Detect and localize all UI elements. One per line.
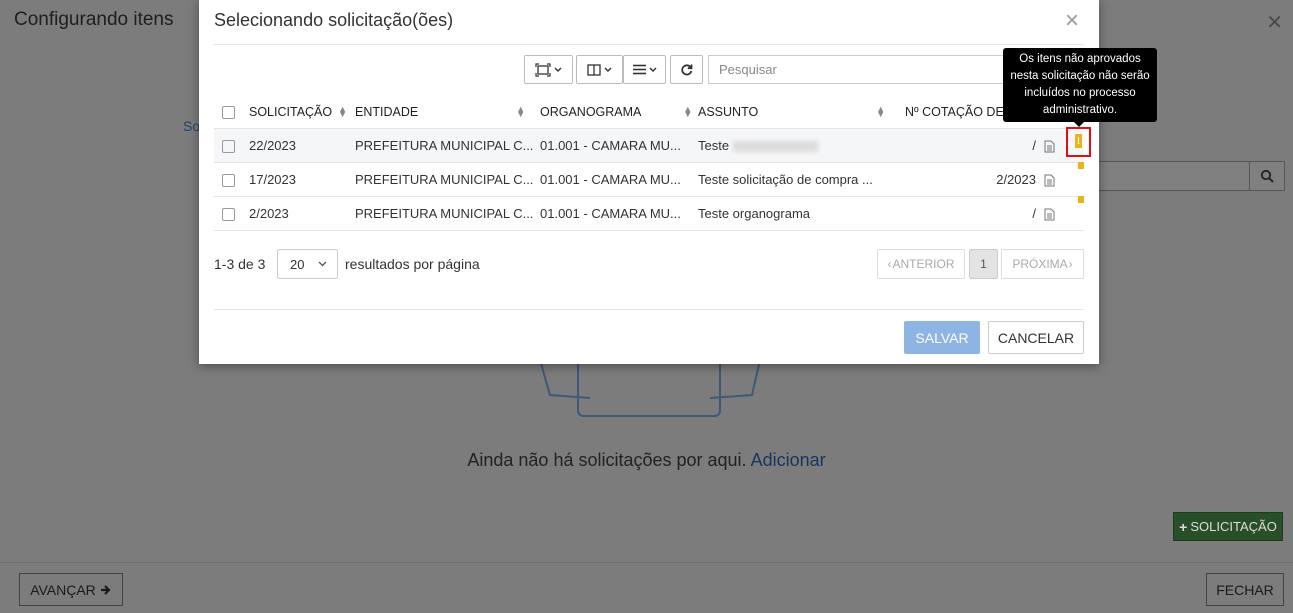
tooltip-arrow: [1074, 122, 1084, 127]
search-input[interactable]: [708, 55, 1008, 84]
columns-icon: [587, 63, 601, 76]
column-label: ASSUNTO: [698, 104, 759, 119]
row-select-cell[interactable]: [214, 162, 249, 197]
columns-button[interactable]: [576, 55, 623, 84]
table-row[interactable]: 17/2023 PREFEITURA MUNICIPAL C... 01.001…: [214, 162, 1084, 197]
sort-icon[interactable]: ▲ ▼: [876, 105, 885, 119]
arrow-right-icon: [100, 584, 111, 595]
document-icon[interactable]: [1044, 174, 1055, 187]
cell-cotacao: /: [894, 128, 1044, 163]
document-icon[interactable]: [1044, 208, 1055, 221]
cell-organograma: 01.001 - CAMARA MU...: [540, 162, 698, 197]
search-icon: [1260, 169, 1274, 183]
document-icon[interactable]: [1044, 140, 1055, 153]
list-icon: [632, 64, 646, 75]
page-button-current[interactable]: 1: [969, 249, 998, 279]
select-requests-modal: Selecionando solicitação(ões) × SOLICITA…: [199, 0, 1099, 364]
next-button-label: AVANÇAR: [30, 581, 96, 598]
add-solicitacao-button[interactable]: + SOLICITAÇÃO: [1173, 512, 1283, 541]
row-select-cell[interactable]: [214, 196, 249, 231]
table-header-row: SOLICITAÇÃO ▲ ▼ ENTIDADE ▲ ▼ ORGANOGRAMA ▲ ▼ A…: [214, 95, 1084, 129]
close-button[interactable]: FECHAR: [1206, 573, 1284, 606]
prev-page-label: ANTERIOR: [892, 257, 955, 271]
next-button[interactable]: AVANÇAR: [19, 573, 123, 606]
per-page-value: 20: [290, 256, 305, 272]
column-label: SOLICITAÇÃO: [249, 104, 333, 119]
row-select-cell[interactable]: [214, 128, 249, 163]
select-all-checkbox[interactable]: [222, 105, 235, 119]
modal-title: Selecionando solicitação(ões): [214, 10, 454, 30]
cancel-button[interactable]: CANCELAR: [988, 321, 1084, 354]
table-row[interactable]: 22/2023 PREFEITURA MUNICIPAL C... 01.001…: [214, 128, 1084, 163]
empty-state-message: Ainda não há solicitações por aqui. Adic…: [0, 450, 1293, 471]
warning-indicator[interactable]: [1078, 162, 1084, 169]
close-icon[interactable]: ✕: [1266, 10, 1283, 35]
chevron-down-icon: [318, 261, 327, 267]
add-link[interactable]: Adicionar: [751, 450, 826, 470]
plus-icon: +: [1179, 518, 1188, 535]
pagination-range: 1-3 de 3: [214, 256, 266, 272]
save-button[interactable]: SALVAR: [904, 321, 980, 354]
column-label: ORGANOGRAMA: [540, 104, 642, 119]
cell-cotacao: /: [894, 196, 1044, 231]
cell-solicitacao: 17/2023: [249, 162, 355, 197]
column-label: ENTIDADE: [355, 104, 419, 119]
cell-organograma: 01.001 - CAMARA MU...: [540, 128, 698, 163]
modal-header-divider: [214, 44, 1084, 45]
column-header-entidade[interactable]: ENTIDADE ▲ ▼: [355, 95, 540, 129]
row-checkbox[interactable]: [222, 208, 235, 222]
modal-close-icon[interactable]: ×: [1065, 8, 1079, 34]
per-page-label: resultados por página: [345, 256, 480, 272]
chevron-down-icon: [554, 67, 562, 72]
cell-solicitacao: 2/2023: [249, 196, 355, 231]
modal-footer-divider: [214, 309, 1084, 310]
cell-organograma: 01.001 - CAMARA MU...: [540, 196, 698, 231]
search-button[interactable]: [1249, 161, 1285, 191]
chevron-right-icon: ›: [1068, 257, 1073, 271]
empty-state-text: Ainda não há solicitações por aqui.: [467, 450, 747, 470]
table-row[interactable]: 2/2023 PREFEITURA MUNICIPAL C... 01.001 …: [214, 196, 1084, 231]
row-checkbox[interactable]: [222, 140, 235, 154]
cell-assunto: Teste: [698, 128, 894, 163]
column-header-assunto[interactable]: ASSUNTO ▲ ▼: [698, 95, 894, 129]
cell-assunto: Teste solicitação de compra ...: [698, 162, 894, 197]
view-mode-button[interactable]: [524, 55, 573, 84]
requests-table: SOLICITAÇÃO ▲ ▼ ENTIDADE ▲ ▼ ORGANOGRAMA ▲ ▼ A…: [214, 95, 1084, 231]
chevron-down-icon: [604, 67, 612, 72]
add-solicitacao-label: SOLICITAÇÃO: [1190, 519, 1277, 534]
per-page-select[interactable]: 20: [277, 249, 338, 279]
sort-icon[interactable]: ▲ ▼: [338, 105, 347, 119]
warning-tooltip: Os itens não aprovados nesta solicitação…: [1003, 48, 1157, 122]
row-checkbox[interactable]: [222, 174, 235, 188]
refresh-button[interactable]: [670, 55, 703, 84]
warning-icon[interactable]: !: [1075, 134, 1082, 148]
next-page-button[interactable]: PRÓXIMA ›: [1001, 249, 1084, 279]
chevron-down-icon: [649, 67, 656, 72]
sort-icon[interactable]: ▲ ▼: [683, 105, 692, 119]
cell-cotacao: 2/2023: [894, 162, 1044, 197]
cell-solicitacao: 22/2023: [249, 128, 355, 163]
density-button[interactable]: [623, 55, 666, 84]
select-all-cell[interactable]: [214, 95, 249, 129]
next-page-label: PRÓXIMA: [1012, 257, 1068, 271]
footer-divider: [0, 562, 1293, 563]
column-header-organograma[interactable]: ORGANOGRAMA ▲ ▼: [540, 95, 698, 129]
cell-entidade: PREFEITURA MUNICIPAL C...: [355, 196, 540, 231]
cell-entidade: PREFEITURA MUNICIPAL C...: [355, 162, 540, 197]
tab-solicitacoes[interactable]: So: [183, 118, 200, 134]
column-header-solicitacao[interactable]: SOLICITAÇÃO ▲ ▼: [249, 95, 355, 129]
sort-icon[interactable]: ▲ ▼: [516, 105, 525, 119]
fullscreen-icon: [535, 62, 551, 77]
chevron-left-icon: ‹: [887, 257, 892, 271]
page-title: Configurando itens: [14, 9, 174, 30]
warning-indicator[interactable]: [1078, 196, 1084, 203]
assunto-text: Teste: [698, 138, 730, 153]
refresh-icon: [681, 64, 693, 76]
cell-assunto: Teste organograma: [698, 196, 894, 231]
redacted-text: [733, 141, 819, 153]
prev-page-button[interactable]: ‹ ANTERIOR: [877, 249, 965, 279]
cell-entidade: PREFEITURA MUNICIPAL C...: [355, 128, 540, 163]
